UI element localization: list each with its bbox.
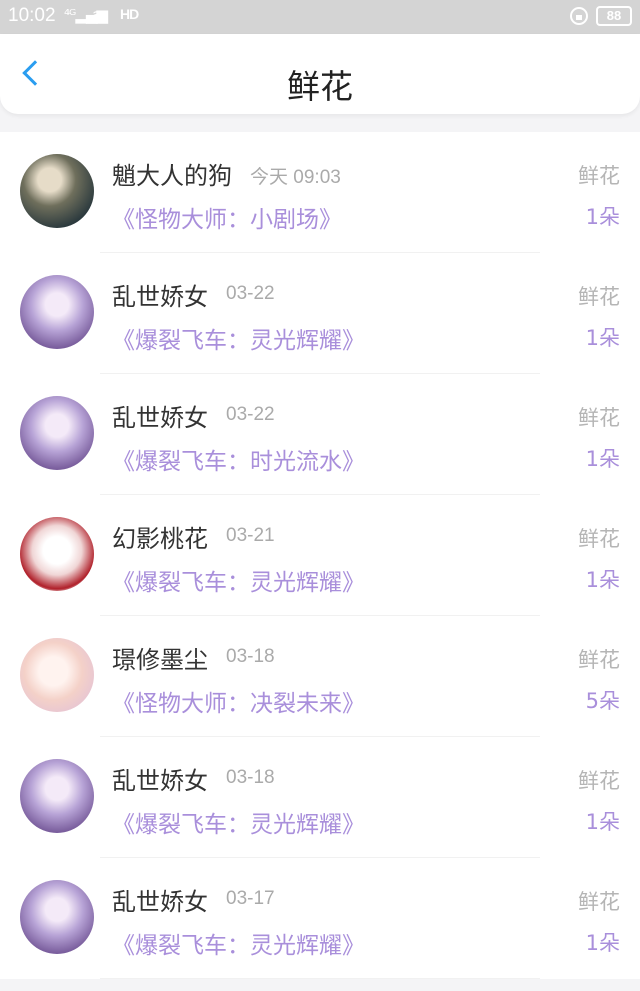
- gift-count: 1朵: [585, 447, 620, 471]
- user-name[interactable]: 乱世娇女: [112, 398, 208, 433]
- gift-date: 03-17: [226, 888, 275, 909]
- avatar[interactable]: [20, 880, 94, 954]
- page-title: 鲜花: [287, 67, 353, 106]
- gift-type: 鲜花: [578, 769, 620, 793]
- list-item[interactable]: 乱世娇女 03-22 《爆裂飞车：灵光辉耀》 鲜花 1朵: [0, 253, 640, 374]
- user-name[interactable]: 璟修墨尘: [112, 640, 208, 675]
- gift-count: 1朵: [585, 931, 620, 955]
- list-item[interactable]: 乱世娇女 03-22 《爆裂飞车：时光流水》 鲜花 1朵: [0, 374, 640, 495]
- gift-count: 1朵: [585, 205, 620, 229]
- gift-date: 03-18: [226, 646, 275, 667]
- avatar[interactable]: [20, 517, 94, 591]
- list-item[interactable]: 乱世娇女 03-17 《爆裂飞车：灵光辉耀》 鲜花 1朵: [0, 858, 640, 979]
- gift-count: 1朵: [585, 568, 620, 592]
- gift-count: 1朵: [585, 810, 620, 834]
- gift-type: 鲜花: [578, 285, 620, 309]
- top-navigation-bar: 鲜花: [0, 34, 640, 114]
- list-item[interactable]: 乱世娇女 03-18 《爆裂飞车：灵光辉耀》 鲜花 1朵: [0, 737, 640, 858]
- status-time: 10:02: [8, 5, 56, 26]
- gift-date: 今天 09:03: [250, 167, 341, 188]
- book-title[interactable]: 《爆裂飞车：灵光辉耀》: [112, 926, 365, 960]
- book-title[interactable]: 《爆裂飞车：灵光辉耀》: [112, 563, 365, 597]
- gift-date: 03-21: [226, 525, 275, 546]
- status-bar: 10:02 ⁴ᴳ▂▄▆ ≋ HD 88: [0, 0, 640, 34]
- book-title[interactable]: 《爆裂飞车：灵光辉耀》: [112, 805, 365, 839]
- gift-type: 鲜花: [578, 164, 620, 188]
- list-item[interactable]: 幻影桃花 03-21 《爆裂飞车：灵光辉耀》 鲜花 1朵: [0, 495, 640, 616]
- divider: [100, 978, 540, 979]
- list-item[interactable]: 魈大人的狗 今天 09:03 《怪物大师：小剧场》 鲜花 1朵: [0, 132, 640, 253]
- book-title[interactable]: 《怪物大师：小剧场》: [112, 200, 342, 234]
- battery-icon: 88: [596, 6, 632, 26]
- book-title[interactable]: 《爆裂飞车：时光流水》: [112, 442, 365, 476]
- gift-type: 鲜花: [578, 406, 620, 430]
- user-name[interactable]: 乱世娇女: [112, 277, 208, 312]
- avatar[interactable]: [20, 638, 94, 712]
- avatar[interactable]: [20, 759, 94, 833]
- lock-icon: [570, 7, 588, 25]
- gift-count: 5朵: [585, 689, 620, 713]
- book-title[interactable]: 《爆裂飞车：灵光辉耀》: [112, 321, 365, 355]
- gift-date: 03-22: [226, 404, 275, 425]
- avatar[interactable]: [20, 154, 94, 228]
- gift-date: 03-22: [226, 283, 275, 304]
- list-item[interactable]: 璟修墨尘 03-18 《怪物大师：决裂未来》 鲜花 5朵: [0, 616, 640, 737]
- avatar[interactable]: [20, 275, 94, 349]
- avatar[interactable]: [20, 396, 94, 470]
- user-name[interactable]: 魈大人的狗: [112, 156, 232, 191]
- gift-type: 鲜花: [578, 890, 620, 914]
- gift-count: 1朵: [585, 326, 620, 350]
- user-name[interactable]: 乱世娇女: [112, 761, 208, 796]
- user-name[interactable]: 幻影桃花: [112, 519, 208, 554]
- flower-list: 魈大人的狗 今天 09:03 《怪物大师：小剧场》 鲜花 1朵 乱世娇女 03-22 《爆裂飞…: [0, 132, 640, 979]
- book-title[interactable]: 《怪物大师：决裂未来》: [112, 684, 365, 718]
- gift-type: 鲜花: [578, 648, 620, 672]
- user-name[interactable]: 乱世娇女: [112, 882, 208, 917]
- wifi-icon: ≋: [92, 6, 105, 24]
- hd-icon: HD: [120, 6, 139, 22]
- gift-type: 鲜花: [578, 527, 620, 551]
- gift-date: 03-18: [226, 767, 275, 788]
